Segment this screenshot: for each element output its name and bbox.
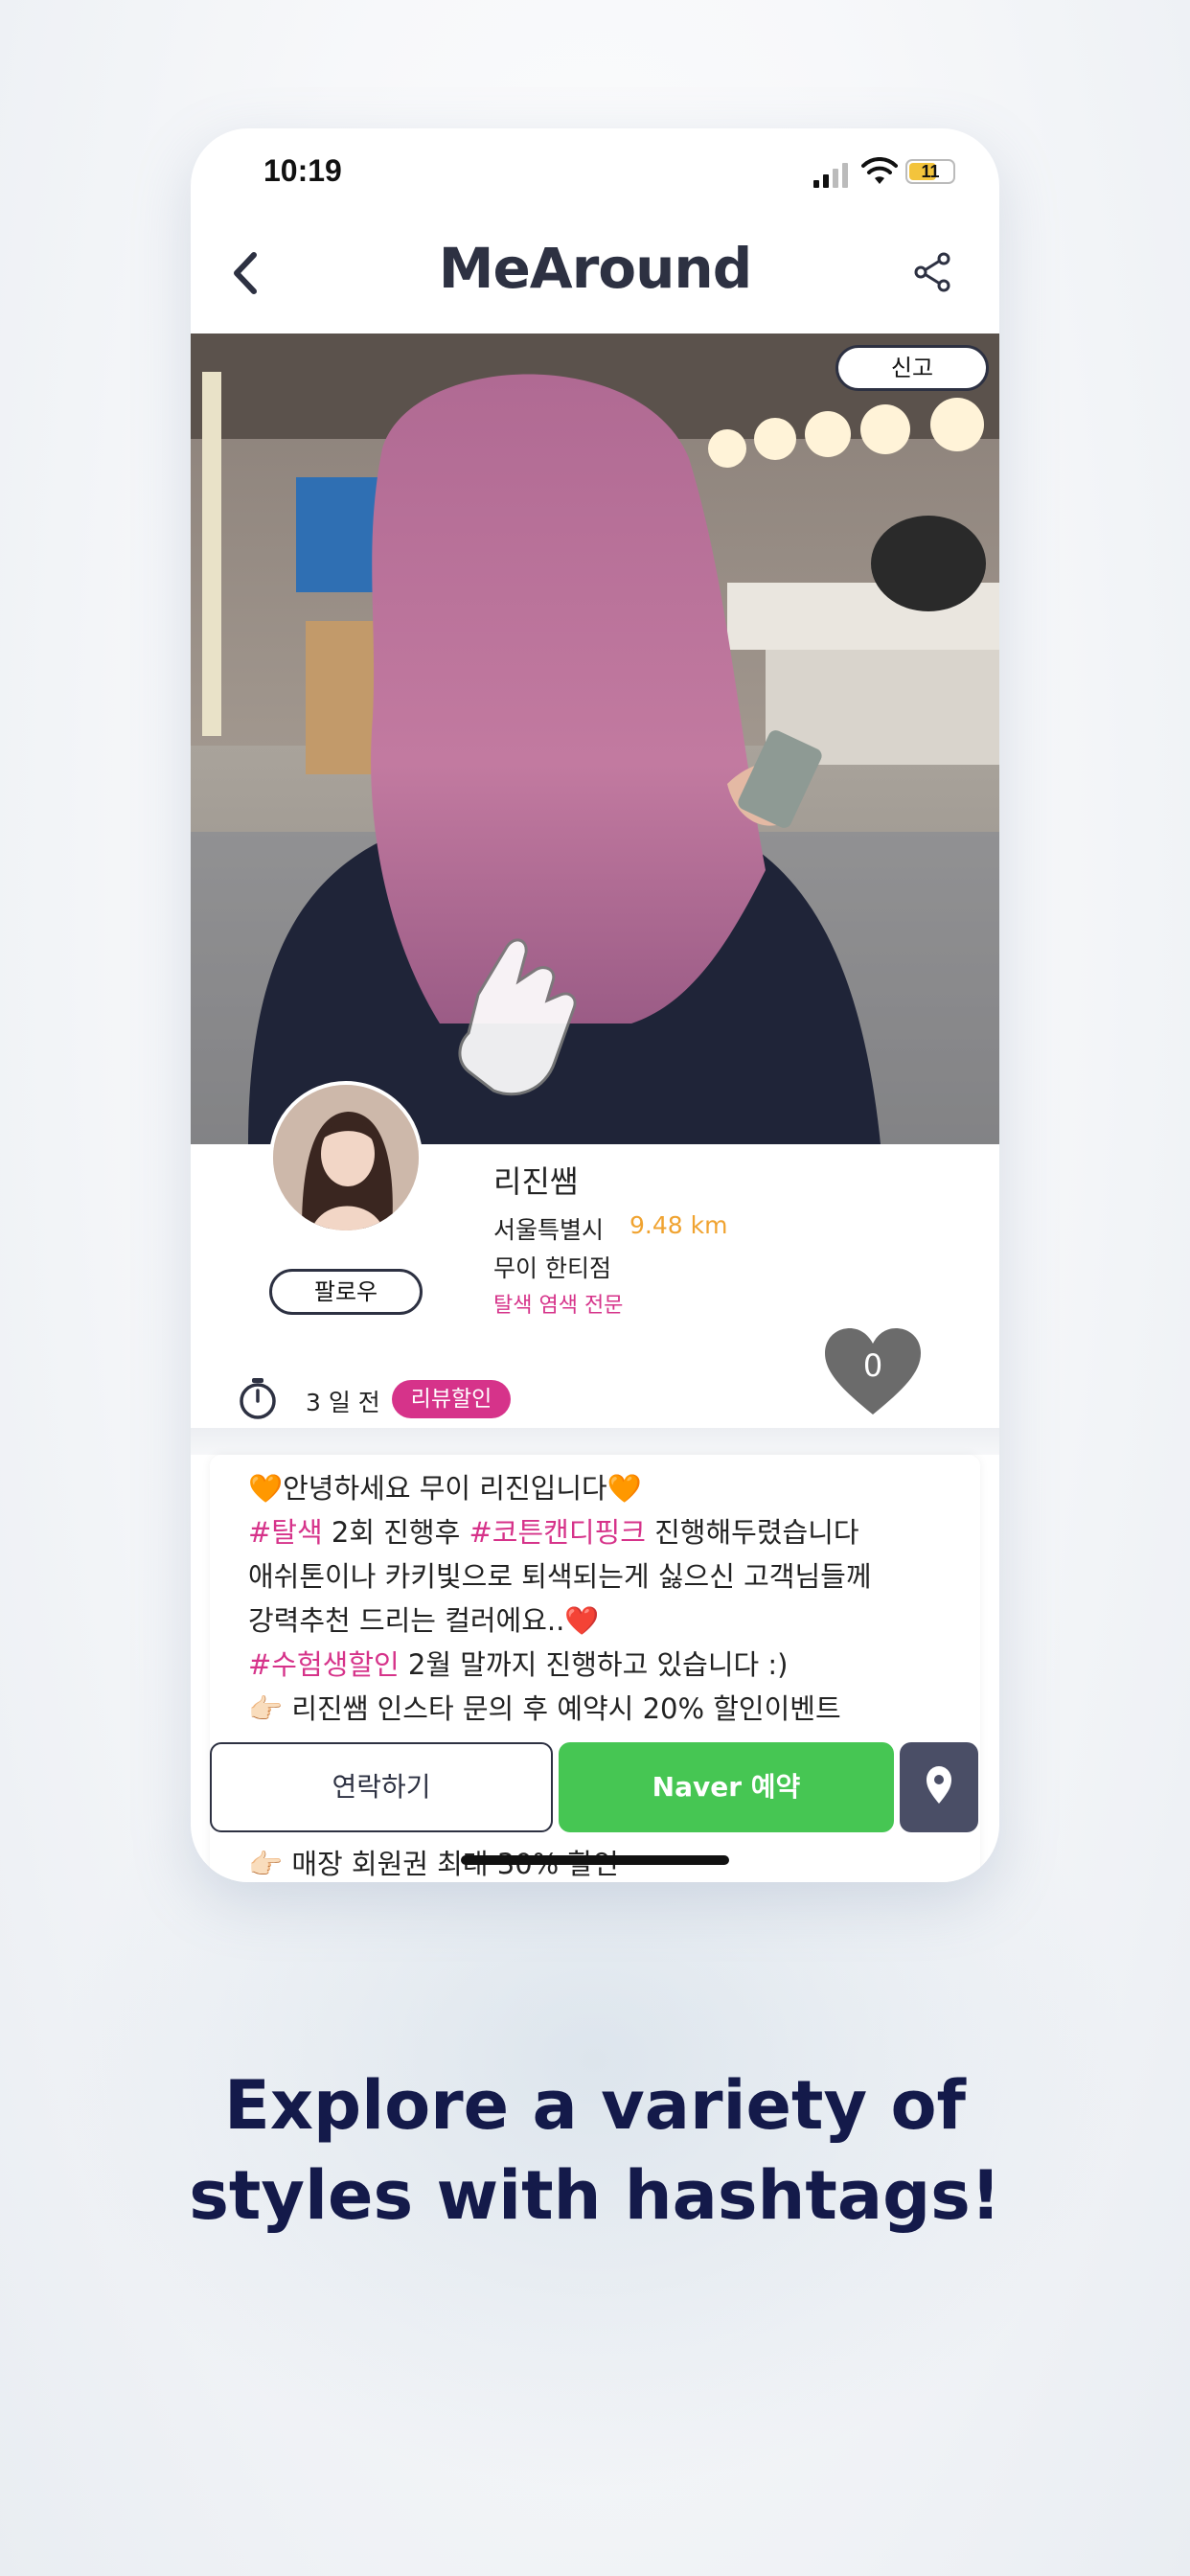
posted-time: 3 일 전	[306, 1389, 380, 1416]
post-line-2-mid: 2회 진행후	[322, 1516, 469, 1549]
hashtag-student-discount[interactable]: #수험생할인	[248, 1648, 400, 1681]
battery-icon: 11	[905, 159, 955, 184]
post-line-5-end: 2월 말까지 진행하고 있습니다 :)	[399, 1648, 789, 1681]
post-line-1: 🧡안녕하세요 무이 리진입니다🧡	[248, 1472, 642, 1505]
hashtag-bleach[interactable]: #탈색	[248, 1516, 323, 1549]
like-count: 0	[862, 1347, 883, 1384]
post-line-5: #수험생할인 2월 말까지 진행하고 있습니다 :)	[248, 1643, 789, 1683]
salon-photo-image	[191, 334, 999, 1144]
location-button[interactable]	[900, 1742, 978, 1832]
post-line-2-end: 진행해두렸습니다	[645, 1516, 859, 1549]
report-button[interactable]: 신고	[835, 345, 989, 391]
review-discount-badge: 리뷰할인	[392, 1380, 511, 1418]
avatar-image	[273, 1085, 419, 1230]
designer-name: 리진쌤	[493, 1163, 579, 1200]
style-photo[interactable]	[191, 334, 999, 1144]
section-divider	[191, 1428, 999, 1455]
post-line-2: #탈색 2회 진행후 #코튼캔디핑크 진행해두렸습니다	[248, 1510, 859, 1551]
post-line-6: 👉🏻 리진쌤 인스타 문의 후 예약시 20% 할인이벤트	[248, 1692, 841, 1725]
status-time: 10:19	[263, 153, 342, 188]
promo-caption-line-2: styles with hashtags!	[189, 2156, 1001, 2235]
follow-button[interactable]: 팔로우	[269, 1269, 423, 1315]
wifi-icon	[861, 157, 898, 184]
post-line-4: 강력추천 드리는 컬러에요..❤️	[248, 1604, 600, 1637]
map-pin-icon	[927, 1766, 951, 1804]
home-indicator	[461, 1855, 729, 1865]
cellular-signal-icon	[813, 163, 848, 188]
designer-shop: 무이 한티점	[493, 1254, 611, 1282]
promo-caption: Explore a variety of styles with hashtag…	[0, 2060, 1190, 2241]
promo-caption-line-1: Explore a variety of	[224, 2066, 966, 2145]
designer-distance: 9.48 km	[629, 1211, 728, 1239]
timer-icon	[240, 1378, 276, 1419]
naver-booking-button[interactable]: Naver 예약	[559, 1742, 894, 1832]
contact-button[interactable]: 연락하기	[210, 1742, 553, 1832]
status-bar: 10:19 11	[191, 128, 999, 243]
app-logo-title: MeAround	[438, 236, 753, 301]
hashtag-cotton-candy-pink[interactable]: #코튼캔디핑크	[469, 1516, 646, 1549]
battery-percent: 11	[921, 162, 940, 181]
designer-specialty: 탈색 염색 전문	[493, 1294, 624, 1318]
share-icon[interactable]	[911, 251, 953, 293]
post-line-3: 애쉬톤이나 카키빛으로 퇴색되는게 싫으신 고객님들께	[248, 1560, 872, 1593]
phone-frame: 10:19 11 MeAround 신고 팔로우 리진쌤 서울특별시 9.48 …	[191, 128, 999, 1882]
designer-avatar[interactable]	[269, 1081, 423, 1234]
designer-city: 서울특별시	[493, 1216, 605, 1244]
